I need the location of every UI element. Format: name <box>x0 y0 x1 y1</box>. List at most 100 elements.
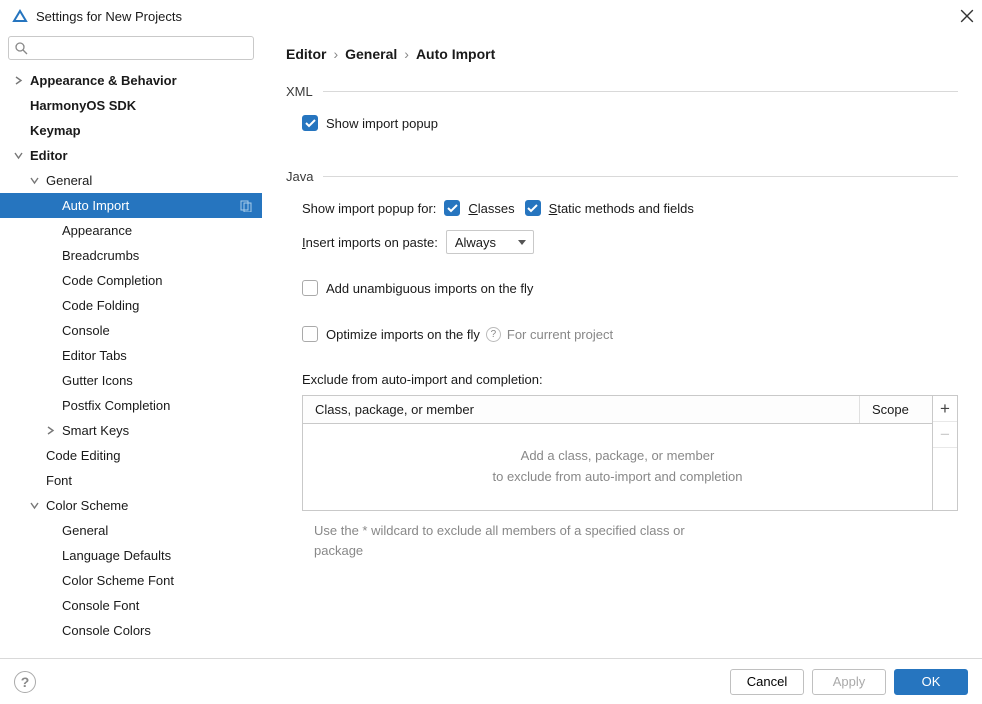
apply-button[interactable]: Apply <box>812 669 886 695</box>
exclude-col-scope[interactable]: Scope <box>860 396 932 423</box>
tree-item-label: HarmonyOS SDK <box>30 98 136 113</box>
show-import-popup-checkbox[interactable] <box>302 115 318 131</box>
tree-item-label: Editor <box>30 148 68 163</box>
insert-imports-select[interactable]: Always <box>446 230 534 254</box>
tree-item[interactable]: Editor <box>0 143 262 168</box>
tree-item[interactable]: Appearance <box>0 218 262 243</box>
unambiguous-label: Add unambiguous imports on the fly <box>326 281 533 296</box>
tree-item[interactable]: HarmonyOS SDK <box>0 93 262 118</box>
dialog-footer: ? Cancel Apply OK <box>0 658 982 704</box>
tree-item-label: Editor Tabs <box>62 348 127 363</box>
optimize-checkbox[interactable] <box>302 326 318 342</box>
static-checkbox[interactable] <box>525 200 541 216</box>
chevron-right-icon <box>44 525 56 537</box>
tree-item[interactable]: Smart Keys <box>0 418 262 443</box>
section-java: Java <box>286 169 958 184</box>
settings-tree: Appearance & Behavior HarmonyOS SDK Keymap… <box>0 68 262 658</box>
classes-checkbox[interactable] <box>444 200 460 216</box>
tree-item-label: Smart Keys <box>62 423 129 438</box>
chevron-right-icon <box>44 325 56 337</box>
help-icon[interactable]: ? <box>486 327 501 342</box>
window-title: Settings for New Projects <box>36 9 960 24</box>
chevron-right-icon <box>44 350 56 362</box>
unambiguous-checkbox[interactable] <box>302 280 318 296</box>
chevron-right-icon <box>44 575 56 587</box>
search-icon <box>15 42 28 55</box>
chevron-right-icon <box>44 400 56 412</box>
chevron-right-icon <box>12 125 24 137</box>
tree-item-label: Appearance <box>62 223 132 238</box>
tree-item[interactable]: Code Folding <box>0 293 262 318</box>
tree-item[interactable]: Font <box>0 468 262 493</box>
tree-item[interactable]: Code Completion <box>0 268 262 293</box>
tree-item[interactable]: Code Editing <box>0 443 262 468</box>
section-title: XML <box>286 84 313 99</box>
tree-item[interactable]: Console Font <box>0 593 262 618</box>
tree-item[interactable]: Color Scheme Font <box>0 568 262 593</box>
exclude-remove-button[interactable]: − <box>933 422 957 448</box>
chevron-down-icon <box>28 500 40 512</box>
chevron-right-icon <box>44 250 56 262</box>
show-import-popup-label: Show import popup <box>326 116 438 131</box>
tree-item-label: Console Colors <box>62 623 151 638</box>
chevron-right-icon <box>44 200 56 212</box>
tree-item-label: Console Font <box>62 598 139 613</box>
tree-item-label: Postfix Completion <box>62 398 170 413</box>
breadcrumb-item[interactable]: Editor <box>286 46 326 62</box>
help-button[interactable]: ? <box>14 671 36 693</box>
exclude-col-class[interactable]: Class, package, or member <box>303 396 860 423</box>
tree-item[interactable]: Postfix Completion <box>0 393 262 418</box>
sidebar: Appearance & Behavior HarmonyOS SDK Keymap… <box>0 32 262 658</box>
tree-item-label: Color Scheme <box>46 498 128 513</box>
tree-item[interactable]: Auto Import <box>0 193 262 218</box>
tree-item-label: Gutter Icons <box>62 373 133 388</box>
ok-button[interactable]: OK <box>894 669 968 695</box>
tree-item[interactable]: Appearance & Behavior <box>0 68 262 93</box>
optimize-note: For current project <box>507 327 613 342</box>
tree-item-label: Code Editing <box>46 448 120 463</box>
tree-item[interactable]: Console <box>0 318 262 343</box>
tree-item[interactable]: General <box>0 168 262 193</box>
exclude-add-button[interactable]: + <box>933 396 957 422</box>
tree-item[interactable]: Console Colors <box>0 618 262 643</box>
tree-item[interactable]: Breadcrumbs <box>0 243 262 268</box>
close-icon[interactable] <box>960 9 974 23</box>
tree-item-label: Breadcrumbs <box>62 248 139 263</box>
chevron-right-icon <box>28 450 40 462</box>
chevron-right-icon <box>44 375 56 387</box>
breadcrumb-item: Auto Import <box>416 46 495 62</box>
search-input-wrap[interactable] <box>8 36 254 60</box>
tree-item[interactable]: General <box>0 518 262 543</box>
section-title: Java <box>286 169 313 184</box>
chevron-right-icon <box>44 425 56 437</box>
chevron-right-icon <box>12 75 24 87</box>
tree-item-label: General <box>62 523 108 538</box>
chevron-down-icon <box>12 150 24 162</box>
chevron-right-icon <box>44 275 56 287</box>
tree-item[interactable]: Gutter Icons <box>0 368 262 393</box>
chevron-right-icon <box>44 550 56 562</box>
tree-item-label: General <box>46 173 92 188</box>
tree-item-label: Appearance & Behavior <box>30 73 177 88</box>
tree-item-label: Color Scheme Font <box>62 573 174 588</box>
chevron-right-icon <box>12 100 24 112</box>
tree-item[interactable]: Editor Tabs <box>0 343 262 368</box>
classes-label: Classes <box>468 201 514 216</box>
tree-item[interactable]: Color Scheme <box>0 493 262 518</box>
cancel-button[interactable]: Cancel <box>730 669 804 695</box>
breadcrumb-item[interactable]: General <box>345 46 397 62</box>
exclude-hint: Use the * wildcard to exclude all member… <box>314 521 714 560</box>
chevron-right-icon: › <box>404 46 409 62</box>
chevron-down-icon <box>28 175 40 187</box>
chevron-right-icon: › <box>333 46 338 62</box>
tree-item[interactable]: Keymap <box>0 118 262 143</box>
tree-item-label: Console <box>62 323 110 338</box>
tree-item[interactable]: Language Defaults <box>0 543 262 568</box>
exclude-table: Class, package, or member Scope Add a cl… <box>302 395 932 511</box>
tree-item-label: Language Defaults <box>62 548 171 563</box>
tree-item-label: Code Completion <box>62 273 162 288</box>
tree-item-label: Auto Import <box>62 198 129 213</box>
tree-item-label: Font <box>46 473 72 488</box>
chevron-right-icon <box>44 300 56 312</box>
search-input[interactable] <box>32 41 247 56</box>
